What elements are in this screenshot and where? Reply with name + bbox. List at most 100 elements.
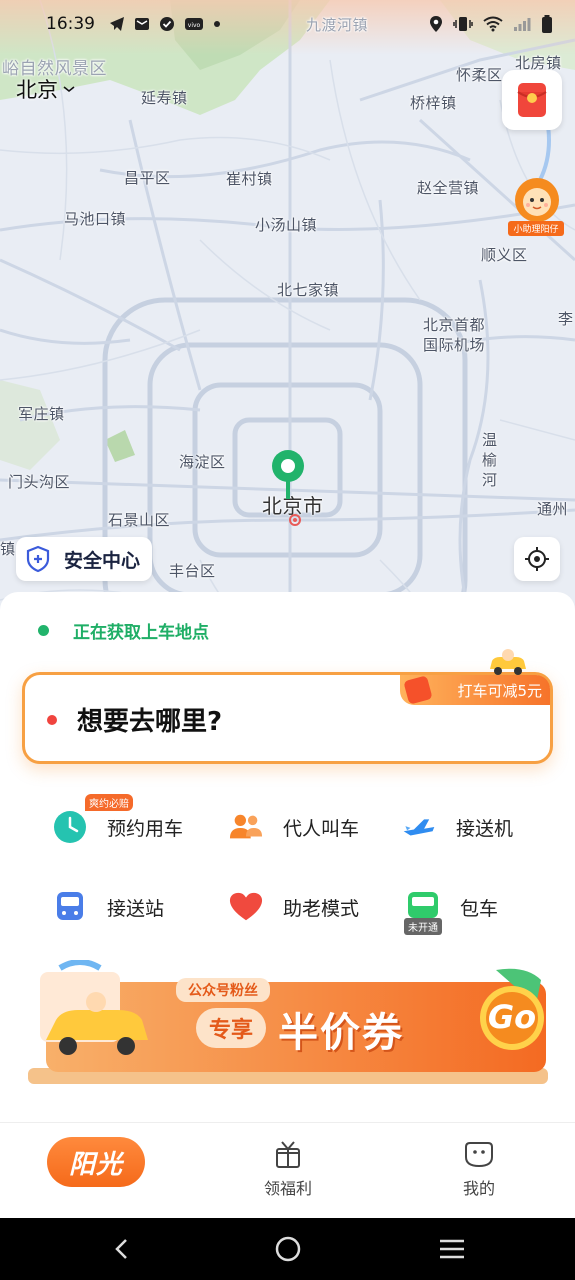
banner-go-button[interactable]: Go: [484, 998, 540, 1038]
assistant-tag: 小助理阳仔: [508, 221, 564, 236]
nav-back-button[interactable]: [112, 1218, 132, 1280]
home-circle-icon: [275, 1236, 301, 1262]
signal-icon: [514, 18, 531, 31]
clock-icon: [53, 810, 87, 844]
map-label: 通州: [537, 500, 569, 518]
tab-home[interactable]: 阳光: [47, 1137, 145, 1187]
airplane-icon: [402, 810, 436, 844]
nav-home-button[interactable]: [274, 1218, 302, 1280]
map-label: 门头沟区: [8, 473, 71, 491]
map-label: 军庄镇: [18, 405, 65, 423]
safety-center-label: 安全中心: [64, 549, 141, 572]
city-selector[interactable]: 北京: [16, 74, 76, 104]
train-icon: [53, 890, 87, 924]
check-circle-icon: [160, 17, 174, 31]
red-envelope-button[interactable]: [502, 70, 562, 130]
nav-menu-button[interactable]: [438, 1218, 466, 1280]
map-label: 石景山区: [108, 511, 171, 529]
locate-button[interactable]: [514, 537, 560, 581]
map-label: 丰台区: [169, 562, 216, 580]
promo-text: 打车可减5元: [457, 681, 542, 700]
banner-fans-tag: 公众号粉丝: [176, 978, 270, 1002]
map-label: 北京首都: [423, 316, 486, 334]
map-label: 温榆河: [482, 431, 498, 489]
destination-input[interactable]: 想要去哪里? 打车可减5元: [22, 649, 553, 764]
status-time: 16:39: [46, 14, 95, 34]
service-elderly-mode[interactable]: 助老模式: [229, 890, 359, 924]
service-station-transfer[interactable]: 接送站: [53, 890, 164, 924]
bottom-sheet: 正在获取上车地点 想要去哪里? 打车可减5元 预约用车 爽约必赔 代人叫车 接送…: [0, 592, 575, 1122]
city-name: 北京: [16, 78, 58, 102]
service-call-for-others[interactable]: 代人叫车: [229, 810, 359, 844]
service-label: 接送站: [107, 897, 165, 920]
tab-bar: 阳光 领福利 我的: [0, 1122, 575, 1218]
shield-plus-icon: [26, 545, 50, 573]
pickup-status[interactable]: 正在获取上车地点: [38, 618, 209, 643]
red-envelope-icon: [517, 83, 547, 117]
map-center-dot-icon: [289, 514, 301, 526]
banner-exclusive: 专享: [196, 1008, 266, 1048]
assistant-mascot[interactable]: 小助理阳仔: [508, 176, 564, 236]
promo-tag: 打车可减5元: [400, 675, 550, 705]
system-nav-bar: [0, 1218, 575, 1280]
service-label: 代人叫车: [283, 817, 360, 840]
pickup-status-text: 正在获取上车地点: [73, 623, 209, 643]
people-icon: [229, 810, 263, 844]
heart-icon: [229, 890, 263, 924]
tab-mine[interactable]: 我的: [439, 1139, 519, 1199]
vibrate-icon: [453, 17, 473, 31]
service-airport-transfer[interactable]: 接送机: [402, 810, 513, 844]
safety-center-button[interactable]: 安全中心: [16, 537, 153, 581]
tab-welfare[interactable]: 领福利: [248, 1139, 328, 1199]
map-view[interactable]: 峪自然风景区 九渡河镇 怀柔区 北房镇 延寿镇 桥梓镇 昌平区 崔村镇 赵全营镇…: [0, 0, 575, 620]
destination-placeholder: 想要去哪里?: [77, 707, 223, 737]
map-label: 国际机场: [423, 336, 486, 354]
back-icon: [115, 1239, 127, 1259]
map-label: 李: [558, 310, 574, 328]
map-label: 北七家镇: [277, 281, 340, 299]
tab-label: 领福利: [263, 1179, 312, 1198]
service-charter[interactable]: 包车 未开通: [404, 890, 499, 935]
taxi-icon: [490, 649, 526, 675]
vivo-icon: vivo: [185, 18, 203, 30]
map-label: 崔村镇: [226, 170, 273, 188]
map-label: 延寿镇: [141, 89, 188, 107]
lion-mascot-icon: [515, 178, 559, 222]
service-badge: 爽约必赔: [85, 794, 133, 811]
banner-title: 半价券: [278, 1010, 404, 1056]
map-label: 小汤山镇: [255, 216, 318, 234]
map-label: 赵全营镇: [417, 179, 480, 197]
location-pin-icon: [272, 450, 304, 499]
service-label: 预约用车: [107, 817, 184, 840]
dot-icon: [214, 21, 220, 27]
map-roads: [0, 0, 575, 620]
face-icon: [465, 1142, 493, 1168]
battery-icon: [542, 15, 552, 33]
telegram-icon: [110, 17, 124, 31]
map-label: 怀柔区: [456, 66, 503, 84]
service-label: 包车: [460, 897, 499, 920]
menu-icon: [440, 1239, 464, 1259]
map-label: 顺义区: [481, 246, 528, 264]
status-bar: 16:39 vivo: [0, 0, 575, 48]
service-scheduled-ride[interactable]: 预约用车 爽约必赔: [53, 794, 184, 844]
map-label: 桥梓镇: [410, 94, 457, 112]
map-label: 镇: [0, 540, 16, 558]
half-price-coupon-banner[interactable]: 公众号粉丝 专享 半价券 Go: [26, 959, 552, 1085]
gift-icon: [276, 1141, 300, 1168]
locate-icon: [525, 547, 549, 571]
location-icon: [430, 16, 442, 32]
svg-text:vivo: vivo: [188, 22, 201, 29]
service-label: 接送机: [456, 817, 514, 840]
service-badge: 未开通: [404, 918, 442, 935]
map-label: 海淀区: [179, 453, 226, 471]
mail-icon: [135, 18, 149, 30]
service-label: 助老模式: [283, 897, 360, 920]
map-label: 昌平区: [124, 169, 171, 187]
coupon-icon: [403, 675, 433, 705]
pickup-dot-icon: [38, 625, 49, 636]
chevron-down-icon: [63, 86, 75, 93]
map-label: 马池口镇: [64, 210, 127, 228]
wifi-icon: [483, 16, 503, 32]
destination-dot-icon: [47, 715, 57, 725]
